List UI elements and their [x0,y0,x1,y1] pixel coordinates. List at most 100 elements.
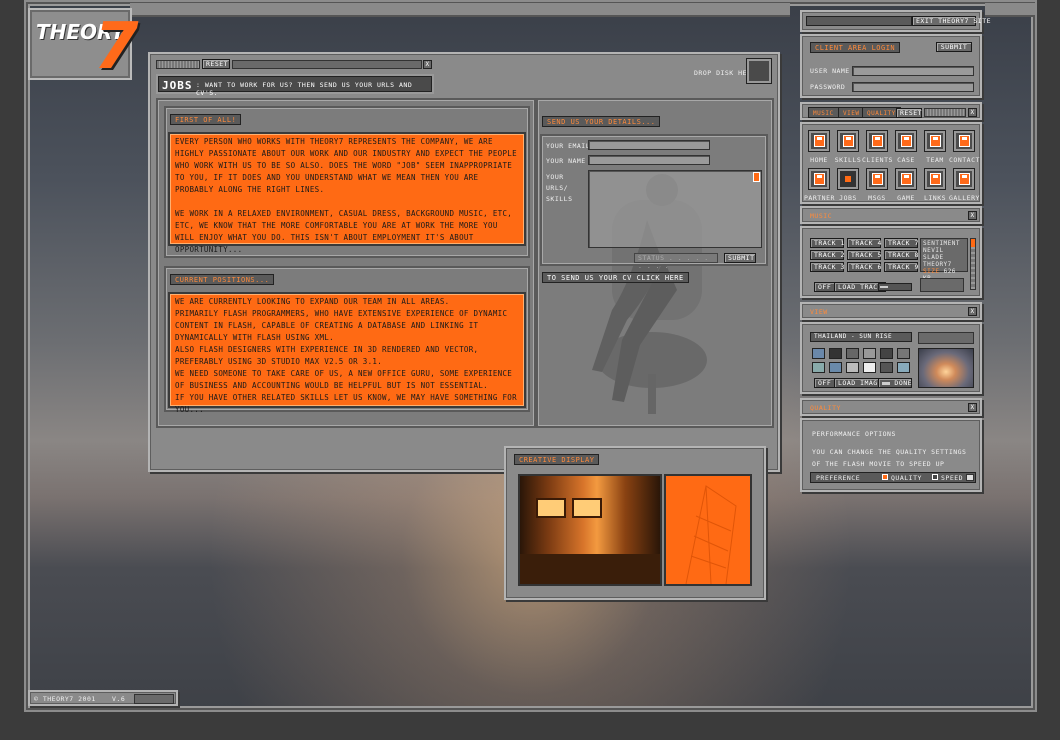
thumbnail[interactable] [846,362,859,373]
quality-panel: Performance options You can change the q… [800,418,982,492]
thumbnail[interactable] [897,362,910,373]
send-details-heading: Send us your details... [542,116,661,127]
team-icon[interactable] [924,130,946,152]
track-button[interactable]: Track 4 [847,238,881,248]
quality-heading: Quality [810,404,841,412]
settings-grip[interactable] [924,108,966,117]
name-field[interactable] [588,155,710,165]
settings-close-icon[interactable]: x [968,108,977,117]
nav-label-msgs: Msgs [868,194,886,202]
tab-music[interactable]: Music [808,107,839,118]
footer-bar: © Theory7 2001 v.6 [28,690,178,706]
position-line: We need someone to take care of us, a ne… [175,369,513,390]
thumbnail[interactable] [846,348,859,359]
cv-link[interactable]: To send us your cv click here [542,272,689,283]
thumbnail[interactable] [829,362,842,373]
track-progress [878,283,912,291]
footer-box [134,694,174,704]
partner-icon[interactable] [808,168,830,190]
first-of-all-heading: First of all! [170,114,242,125]
music-heading: Music [810,212,833,220]
view-panel: Thailand - sun rise Off Load image Done [800,322,982,394]
track-button[interactable]: Track 5 [847,250,881,260]
gallery-icon[interactable] [953,168,975,190]
password-field[interactable] [852,82,974,92]
thumbnail[interactable] [812,348,825,359]
jobs-window: Reset x Jobs : want to work for us? then… [148,52,780,472]
volume-slider[interactable] [970,238,976,290]
status-field: Status . . . . . . . . . [634,253,718,270]
speed-radio[interactable] [932,474,938,480]
home-icon[interactable] [808,130,830,152]
track-button[interactable]: Track 2 [810,250,844,260]
drop-disk-target[interactable] [746,58,772,84]
track-progress-fill [880,286,888,288]
frame-top-bar-right [985,3,1035,17]
volume-thumb[interactable] [971,239,975,247]
thumbnail[interactable] [880,348,893,359]
position-line: Also flash designers with experience in … [175,345,479,366]
thumbnail[interactable] [880,362,893,373]
tab-view[interactable]: View [838,107,865,118]
links-icon[interactable] [924,168,946,190]
name-label: Your name [546,157,586,165]
thumbnail[interactable] [829,348,842,359]
music-panel: Track 1 Track 4 Track 7 Track 2 Track 5 … [800,226,982,298]
send-details-area: Send us your details... Your email Your … [536,98,774,428]
submit-button[interactable]: Submit [724,253,756,263]
email-label: Your email [546,142,591,150]
client-login-heading: Client area login [810,42,901,53]
clients-icon[interactable] [866,130,888,152]
settings-reset-button[interactable]: Reset [896,108,922,118]
tab-quality[interactable]: Quality [862,107,901,118]
track-button[interactable]: Track 8 [884,250,918,260]
msgs-icon[interactable] [866,168,888,190]
email-field[interactable] [588,140,710,150]
quality-close-icon[interactable]: x [968,403,977,412]
done-button[interactable]: Done [878,378,912,388]
music-off-button[interactable]: Off [814,282,836,292]
contact-icon[interactable] [953,130,975,152]
close-icon[interactable]: x [423,60,432,69]
subway-image [518,474,662,586]
thumbnail[interactable] [863,362,876,373]
window-grip[interactable] [156,60,200,69]
music-close-icon[interactable]: x [968,211,977,220]
preview-top-box [918,332,974,344]
track-button[interactable]: Track 6 [847,262,881,272]
textarea-scrollbar[interactable] [753,172,760,182]
urls-label: Your urls/ skills [546,173,573,203]
urls-textarea[interactable] [588,170,762,248]
jobs-icon[interactable] [837,168,859,190]
platform [520,554,660,584]
reset-button[interactable]: Reset [202,59,230,69]
exit-bar: Exit theory7 site [800,10,991,32]
sunrise-preview [918,348,974,388]
theory7-logo[interactable]: Theory 7 [28,8,139,84]
view-close-icon[interactable]: x [968,307,977,316]
first-of-all-section: First of all! Every person who works wit… [164,106,530,258]
quality-radio[interactable] [882,474,888,480]
thumbnail[interactable] [863,348,876,359]
skills-icon[interactable] [837,130,859,152]
track-button[interactable]: Track 9 [884,262,918,272]
page-subtitle: : want to work for us? then send us your… [196,81,413,97]
track-button[interactable]: Track 1 [810,238,844,248]
page-title: Jobs [162,79,193,92]
track-title: Sentiment [923,240,961,247]
track-button[interactable]: Track 7 [884,238,918,248]
image-title: Thailand - sun rise [814,333,893,340]
building-sketch [685,485,737,584]
view-off-button[interactable]: Off [814,378,836,388]
game-icon[interactable] [895,168,917,190]
creative-display-window: Creative display [504,446,766,600]
case-icon[interactable] [895,130,917,152]
track-button[interactable]: Track 3 [810,262,844,272]
thumbnail[interactable] [812,362,825,373]
position-line: If you have other related skills let us … [175,393,517,414]
username-field[interactable] [852,66,974,76]
login-submit-button[interactable]: Submit [936,42,972,52]
done-label: Done [894,379,913,387]
exit-site-button[interactable]: Exit theory7 site [912,16,991,26]
thumbnail[interactable] [897,348,910,359]
